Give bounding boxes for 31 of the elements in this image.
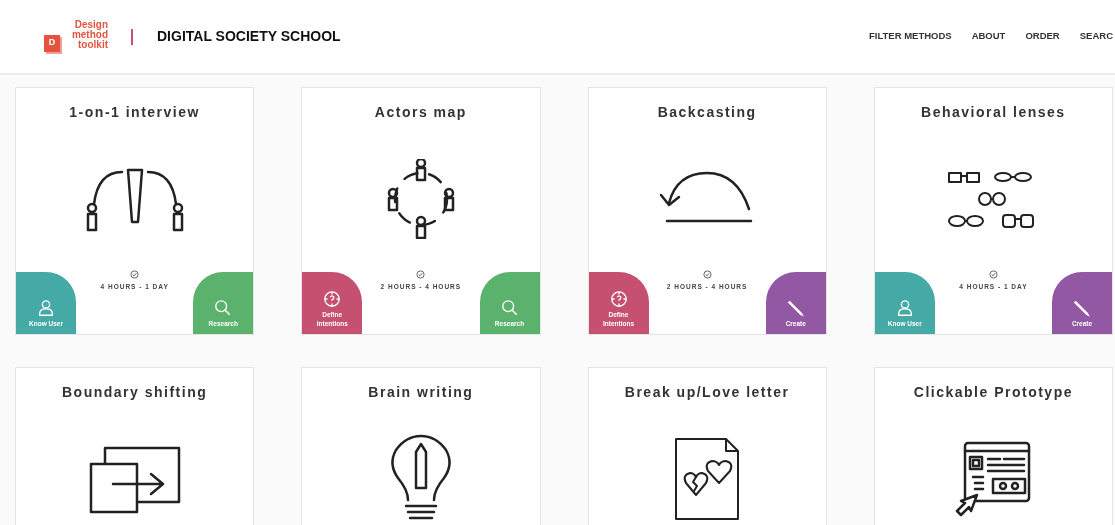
person-icon <box>895 299 914 317</box>
clock-icon <box>702 270 712 280</box>
method-card[interactable]: Boundary shifting <box>15 367 255 525</box>
method-card[interactable]: Break up/Love letter <box>587 367 827 525</box>
logo-badge: D <box>44 34 60 52</box>
search-icon <box>500 299 519 317</box>
method-title: Behavioral lenses <box>921 103 1066 122</box>
person-icon <box>37 299 55 317</box>
pencil-icon <box>1073 299 1091 317</box>
method-title: Clickable Prototype <box>913 383 1073 402</box>
clock-icon <box>416 270 426 280</box>
nav-link[interactable]: SEARC <box>1079 29 1113 44</box>
compass-icon <box>323 290 342 308</box>
nav-link[interactable]: ABOUT <box>971 29 1006 44</box>
method-card[interactable]: Brain writing <box>301 367 541 525</box>
method-card[interactable]: Clickable Prototype <box>873 367 1113 525</box>
nav-link[interactable]: FILTER METHODS <box>868 29 952 44</box>
logo-text[interactable]: Design method toolkit <box>62 19 108 50</box>
method-title: Break up/Love letter <box>624 383 790 402</box>
search-icon <box>214 299 233 317</box>
site-title[interactable]: DIGITAL SOCIETY SCHOOL <box>157 26 341 47</box>
nav-link[interactable]: ORDER <box>1025 29 1060 44</box>
method-title: Actors map <box>374 103 467 122</box>
compass-icon <box>609 290 628 308</box>
pencil-icon <box>786 299 805 317</box>
method-title: Boundary shifting <box>62 383 208 402</box>
clock-icon <box>130 270 140 280</box>
method-title: 1-on-1 interview <box>69 103 200 122</box>
clock-icon <box>988 270 998 280</box>
method-title: Backcasting <box>657 103 757 122</box>
method-title: Brain writing <box>368 383 474 402</box>
